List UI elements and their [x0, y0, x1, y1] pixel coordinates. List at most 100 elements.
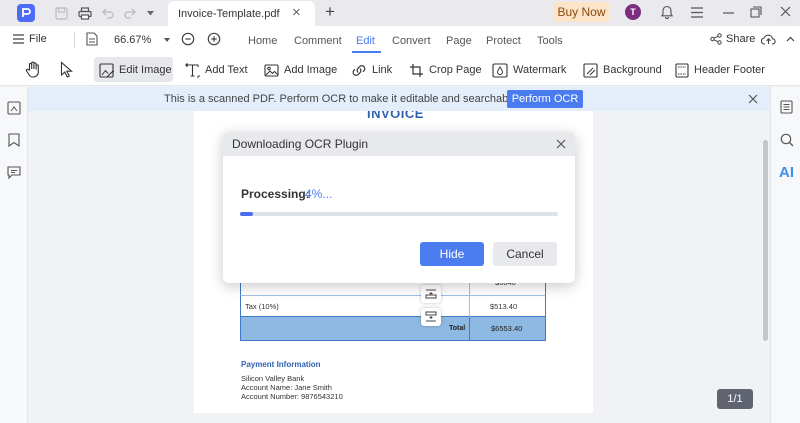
processing-label: Processing:: [241, 187, 310, 201]
dialog-close-icon[interactable]: [556, 139, 566, 149]
collapse-ribbon-icon[interactable]: [786, 36, 795, 42]
active-tab-underline: [352, 51, 381, 53]
dialog-title: Downloading OCR Plugin: [232, 137, 369, 151]
menu-divider: [74, 32, 75, 48]
share-icon: [710, 33, 722, 45]
watermark-label: Watermark: [513, 64, 567, 76]
page-view-icon[interactable]: [86, 32, 98, 46]
perform-ocr-button[interactable]: Perform OCR: [507, 90, 583, 108]
edit-image-button[interactable]: Edit Image: [99, 54, 172, 86]
table-cell-value: $513.40: [490, 302, 518, 311]
notification-bell-icon[interactable]: [661, 5, 673, 19]
restore-icon[interactable]: [750, 6, 762, 18]
page-indicator[interactable]: 1/1: [717, 389, 753, 409]
buy-now-label: Buy Now: [557, 5, 606, 19]
payment-bank: Silicon Valley Bank: [241, 374, 305, 383]
add-text-button[interactable]: Add Text: [185, 54, 248, 86]
total-value: $6553.40: [491, 324, 523, 333]
zoom-dropdown-icon: [164, 38, 171, 42]
crop-icon: [410, 63, 423, 77]
close-window-icon[interactable]: [780, 6, 791, 17]
insert-row-above-button[interactable]: [421, 285, 441, 303]
document-tab-title: Invoice-Template.pdf: [178, 8, 280, 20]
undo-icon[interactable]: [101, 7, 114, 19]
quick-access-dropdown-icon[interactable]: [147, 11, 154, 16]
header-footer-button[interactable]: Header Footer: [675, 54, 765, 86]
menu-tab-tools[interactable]: Tools: [537, 35, 563, 47]
total-label: Total: [449, 325, 466, 332]
header-footer-icon: [675, 62, 689, 78]
vertical-scrollbar-thumb[interactable]: [763, 140, 768, 341]
add-text-label: Add Text: [205, 64, 248, 76]
watermark-icon: [492, 62, 508, 78]
edit-image-icon: [99, 62, 114, 78]
print-icon[interactable]: [78, 7, 92, 20]
table-cell-label: Tax (10%): [245, 302, 279, 311]
hamburger-menu-icon[interactable]: [691, 7, 703, 18]
new-tab-button[interactable]: +: [325, 2, 335, 22]
properties-panel-icon[interactable]: [780, 100, 793, 114]
menu-tab-home[interactable]: Home: [248, 35, 277, 47]
menu-tab-comment[interactable]: Comment: [294, 35, 342, 47]
link-button[interactable]: Link: [351, 54, 392, 86]
cancel-button[interactable]: Cancel: [493, 242, 557, 266]
hand-tool-icon[interactable]: [25, 61, 41, 78]
zoom-out-icon[interactable]: [181, 32, 195, 46]
right-sidebar: AI: [770, 87, 800, 423]
ai-assistant-button[interactable]: AI: [779, 164, 794, 181]
menu-lines-icon: [13, 34, 24, 44]
app-logo-icon: [17, 4, 35, 22]
processing-percent: 4%...: [305, 187, 333, 201]
select-tool-icon[interactable]: [60, 61, 73, 78]
background-button[interactable]: Background: [583, 54, 662, 86]
menu-bar: File 66.67% Home Comment Edit Convert Pa…: [0, 26, 800, 54]
ocr-message: This is a scanned PDF. Perform OCR to ma…: [164, 93, 520, 105]
share-label: Share: [726, 33, 756, 45]
crop-page-label: Crop Page: [429, 64, 482, 76]
table-total-row: Total $6553.40: [240, 317, 546, 341]
document-tab[interactable]: Invoice-Template.pdf ×: [168, 1, 315, 26]
background-icon: [583, 62, 598, 78]
minimize-icon[interactable]: [723, 12, 734, 14]
search-icon[interactable]: [780, 133, 794, 147]
watermark-button[interactable]: Watermark: [492, 54, 566, 86]
insert-row-below-button[interactable]: [421, 308, 441, 326]
payment-account-name: Account Name: Jane Smith: [241, 383, 332, 392]
save-icon[interactable]: [55, 7, 68, 20]
hide-button-label: Hide: [439, 247, 465, 261]
comments-icon[interactable]: [7, 166, 21, 179]
close-ocr-bar-icon[interactable]: [748, 94, 758, 104]
bookmark-icon[interactable]: [8, 133, 20, 147]
zoom-in-icon[interactable]: [207, 32, 221, 46]
insert-row-below-icon: [425, 311, 437, 322]
invoice-table: Subtotal $6040 Tax (10%) $513.40 Total $…: [240, 274, 546, 341]
tab-close-icon[interactable]: ×: [292, 4, 301, 21]
menu-tab-edit[interactable]: Edit: [356, 35, 375, 47]
title-bar: Invoice-Template.pdf × + Buy Now T: [0, 0, 800, 26]
share-button[interactable]: Share: [710, 33, 755, 45]
table-column-divider: [469, 317, 470, 340]
menu-tab-convert[interactable]: Convert: [392, 35, 431, 47]
add-image-button[interactable]: Add Image: [264, 54, 337, 86]
crop-page-button[interactable]: Crop Page: [409, 54, 482, 86]
ocr-download-dialog: Downloading OCR Plugin Processing: 4%...…: [223, 132, 575, 283]
left-sidebar: [0, 87, 28, 423]
progress-bar-fill: [240, 212, 253, 216]
buy-now-button[interactable]: Buy Now: [554, 2, 609, 22]
header-footer-label: Header Footer: [694, 64, 765, 76]
hide-button[interactable]: Hide: [420, 242, 484, 266]
page-indicator-label: 1/1: [727, 393, 743, 405]
link-label: Link: [372, 64, 393, 76]
add-text-icon: [185, 63, 200, 77]
file-menu[interactable]: File: [13, 33, 47, 45]
menu-tab-page[interactable]: Page: [446, 35, 472, 47]
table-column-divider: [469, 296, 470, 317]
menu-tab-protect[interactable]: Protect: [486, 35, 521, 47]
avatar[interactable]: T: [625, 4, 641, 20]
redo-icon[interactable]: [124, 7, 137, 19]
background-label: Background: [603, 64, 662, 76]
avatar-letter: T: [630, 7, 636, 17]
cloud-upload-icon[interactable]: [761, 33, 776, 45]
zoom-select[interactable]: 66.67%: [114, 34, 171, 46]
thumbnails-icon[interactable]: [7, 101, 21, 115]
